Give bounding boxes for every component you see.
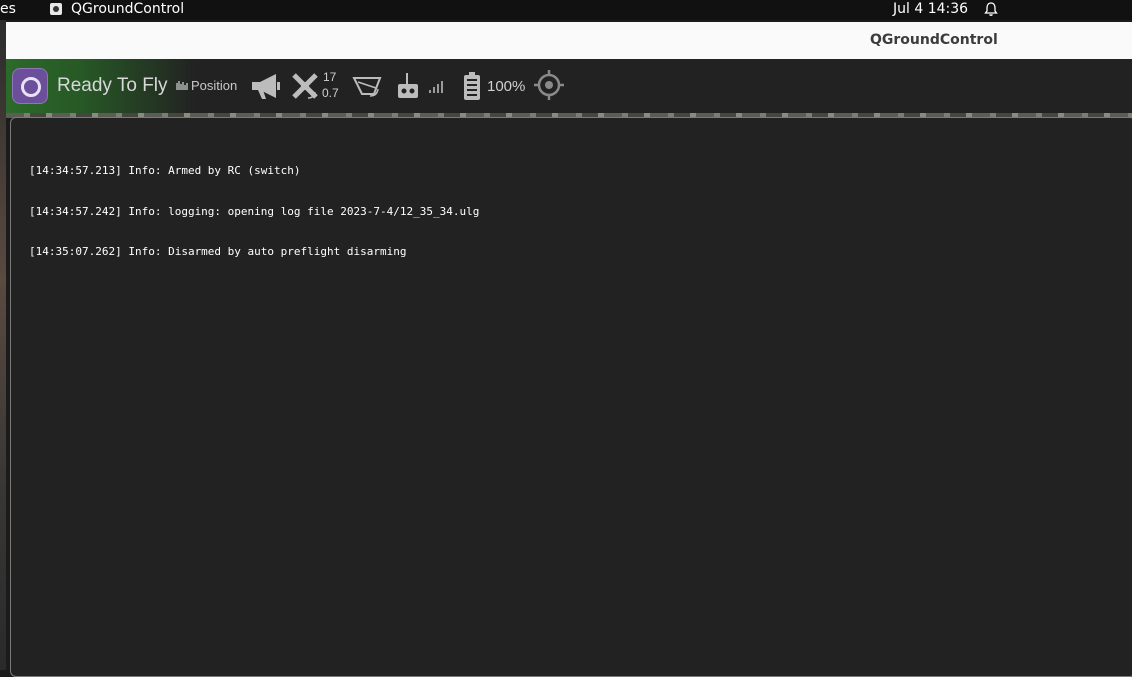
message-line: [14:34:57.242] Info: logging: opening lo… — [29, 204, 480, 218]
gps-satellite-count: 17 — [323, 70, 337, 84]
megaphone-icon[interactable] — [250, 71, 282, 101]
activities-button[interactable]: es — [0, 1, 16, 17]
flight-mode-selector[interactable]: Position — [191, 78, 237, 93]
qgc-logo-icon[interactable] — [12, 68, 48, 104]
gps-hdop-value: 0.7 — [322, 86, 339, 100]
battery-icon[interactable] — [463, 71, 481, 101]
message-line: [14:35:07.262] Info: Disarmed by auto pr… — [29, 245, 407, 258]
telemetry-rssi-icon[interactable] — [352, 74, 382, 98]
app-menu-icon[interactable] — [50, 3, 62, 15]
message-list: [14:34:57.213] Info: Armed by RC (switch… — [29, 137, 479, 286]
gimbal-target-icon[interactable] — [534, 70, 564, 100]
message-console[interactable]: [14:34:57.213] Info: Armed by RC (switch… — [10, 117, 1132, 677]
system-clock[interactable]: Jul 4 14:36 — [893, 1, 968, 17]
flight-mode-icon — [176, 81, 188, 90]
rc-transmitter-icon[interactable] — [396, 72, 420, 100]
vehicle-status-label[interactable]: Ready To Fly — [57, 75, 168, 97]
notification-bell-icon[interactable] — [983, 1, 999, 17]
gps-satellite-icon[interactable] — [290, 71, 320, 101]
qgc-toolbar: Ready To Fly Position 17 0.7 100% — [6, 59, 1132, 113]
system-top-bar: es QGroundControl Jul 4 14:36 — [0, 0, 1132, 20]
message-line: [14:34:57.213] Info: Armed by RC (switch… — [29, 164, 301, 177]
app-menu-label[interactable]: QGroundControl — [71, 1, 184, 17]
signal-bars-icon — [429, 81, 443, 93]
window-title-bar[interactable]: QGroundControl — [6, 22, 1132, 60]
window-title: QGroundControl — [870, 32, 998, 48]
battery-percentage: 100% — [487, 78, 526, 95]
